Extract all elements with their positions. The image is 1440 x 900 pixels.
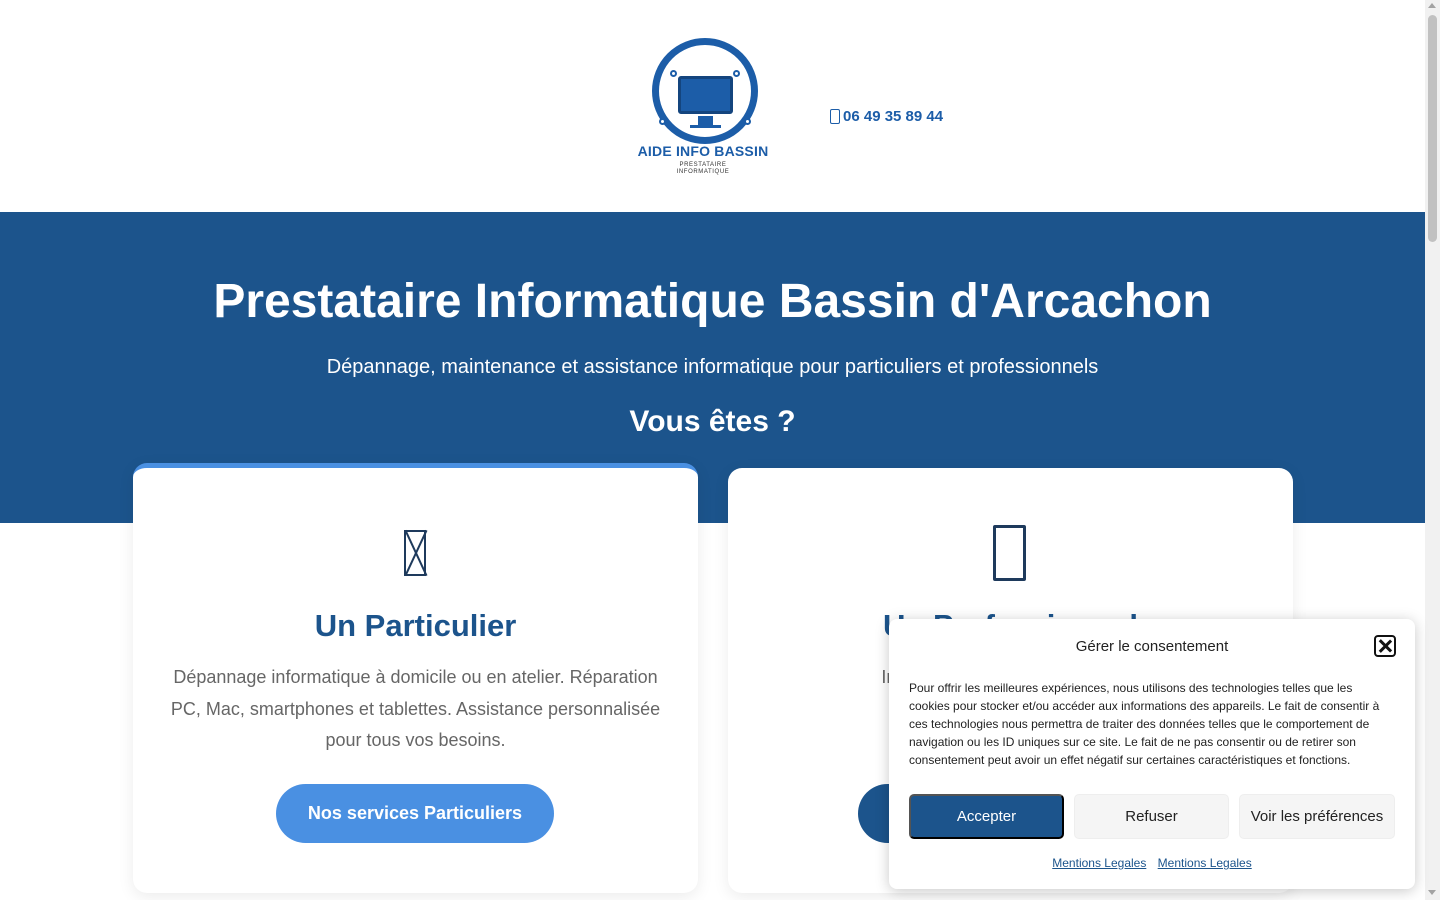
logo-title: AIDE INFO BASSIN (637, 143, 769, 159)
logo-circuit-dot (670, 70, 677, 77)
phone-icon (830, 109, 840, 124)
consent-title: Gérer le consentement (1075, 638, 1229, 655)
close-icon[interactable] (1374, 635, 1396, 657)
accept-button[interactable]: Accepter (909, 794, 1064, 839)
particuliers-services-button[interactable]: Nos services Particuliers (276, 784, 554, 843)
site-logo[interactable]: AIDE INFO BASSIN PRESTATAIRE INFORMATIQU… (632, 36, 774, 178)
logo-circuit-dot (733, 70, 740, 77)
site-header: AIDE INFO BASSIN PRESTATAIRE INFORMATIQU… (0, 0, 1425, 212)
preferences-button[interactable]: Voir les préférences (1239, 794, 1395, 839)
page-title: Prestataire Informatique Bassin d'Arcach… (213, 275, 1212, 328)
cookie-consent-dialog: Gérer le consentement Pour offrir les me… (889, 619, 1415, 889)
legal-notice-link[interactable]: Mentions Legales (1158, 856, 1252, 870)
card-title: Un Particulier (314, 608, 517, 643)
legal-notice-link[interactable]: Mentions Legales (1052, 856, 1146, 870)
logo-circuit-dot (659, 118, 666, 125)
hero-subtitle: Dépannage, maintenance et assistance inf… (326, 356, 1099, 378)
page-scrollbar[interactable] (1425, 0, 1440, 900)
phone-number: 06 49 35 89 44 (843, 108, 944, 125)
scrollbar-thumb[interactable] (1428, 15, 1437, 242)
house-icon (404, 530, 426, 576)
phone-link[interactable]: 06 49 35 89 44 (830, 108, 943, 125)
consent-links: Mentions Legales Mentions Legales (889, 856, 1415, 870)
hero-question: Vous êtes ? (629, 405, 796, 438)
logo-subtitle: PRESTATAIRE INFORMATIQUE (632, 162, 774, 176)
scroll-up-arrow-icon[interactable] (1428, 3, 1436, 8)
logo-subtitle-line2: INFORMATIQUE (676, 169, 730, 175)
logo-subtitle-line1: PRESTATAIRE (679, 162, 727, 168)
consent-description: Pour offrir les meilleures expériences, … (909, 681, 1380, 767)
scroll-down-arrow-icon[interactable] (1428, 890, 1436, 895)
briefcase-icon (993, 525, 1026, 581)
monitor-icon (678, 76, 733, 114)
monitor-stand (698, 116, 713, 125)
card-description: Dépannage informatique à domicile ou en … (170, 667, 661, 750)
refuse-button[interactable]: Refuser (1074, 794, 1229, 839)
monitor-base (690, 125, 721, 128)
card-particulier: Un Particulier Dépannage informatique à … (133, 463, 698, 893)
logo-circuit-dot (744, 118, 751, 125)
